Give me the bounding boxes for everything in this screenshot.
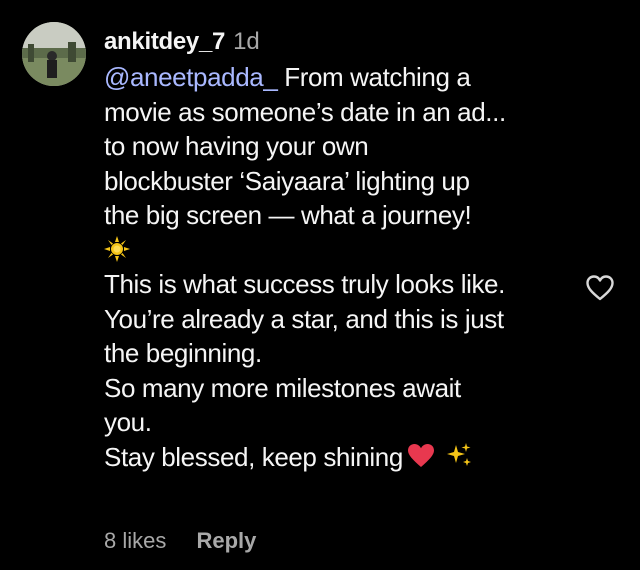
comment-line-emoji [104,233,574,268]
red-heart-emoji-icon [407,443,435,478]
username[interactable]: ankitdey_7 [104,28,225,56]
comment: ankitdey_7 1d @aneetpadda_ From watching… [0,0,640,570]
comment-line: the big screen — what a journey! [104,200,472,230]
comment-footer: 8 likes Reply [104,528,256,554]
comment-line: the beginning. [104,338,262,368]
comment-line: you. [104,407,152,437]
mention-link[interactable]: @aneetpadda_ [104,62,278,92]
comment-line: blockbuster ‘Saiyaara’ lighting up [104,165,470,196]
comment-line: You’re already a star, and this is just [104,303,504,334]
avatar[interactable] [22,22,86,86]
comment-line: movie as someone’s date in an ad... [104,96,506,127]
comment-line: Stay blessed, keep shining [104,440,574,475]
comment-line: to now having your own [104,131,369,161]
timestamp: 1d [233,28,260,55]
comment-text: @aneetpadda_ From watching a movie as so… [104,60,574,474]
like-heart-icon[interactable] [584,272,616,304]
sparkles-emoji-icon [445,441,473,478]
comment-line: This is what success truly looks like. [104,269,505,299]
comment-header: ankitdey_7 1d [104,28,260,60]
comment-line: So many more milestones await [104,372,461,403]
likes-count[interactable]: 8 likes [104,528,166,554]
sun-emoji-icon [104,235,130,271]
reply-button[interactable]: Reply [196,528,256,554]
avatar-image [22,22,86,86]
comment-line: @aneetpadda_ From watching a [104,62,471,92]
